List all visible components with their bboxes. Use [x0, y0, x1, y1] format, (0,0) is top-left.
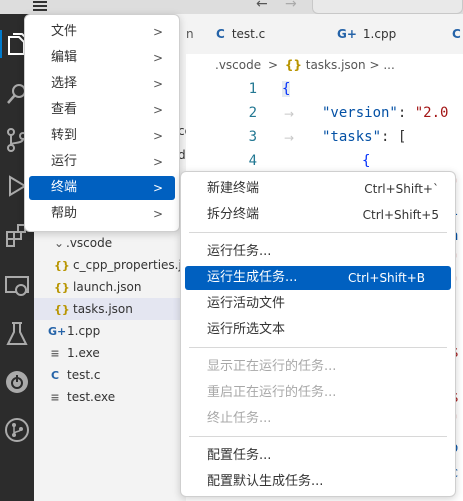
menu-separator	[189, 436, 447, 437]
power-icon[interactable]	[3, 368, 31, 396]
breadcrumb-folder[interactable]: .vscode	[215, 58, 261, 72]
json-file-icon: {}	[54, 303, 70, 316]
menu-item-configure-tasks[interactable]: 配置任务...	[185, 444, 451, 468]
tab-label: 1.cpp	[362, 27, 397, 41]
remote-explorer-icon[interactable]	[3, 272, 31, 300]
menu-item-show-running-tasks: 显示正在运行的任务...	[207, 359, 337, 374]
code-line-3: "tasks": [	[322, 129, 407, 145]
tab-partial[interactable]: n	[186, 14, 194, 54]
menu-item-file[interactable]: 文件 >	[29, 20, 175, 44]
chevron-right-icon: >	[152, 155, 163, 169]
breadcrumb[interactable]: .vscode > {} tasks.json > ...	[215, 58, 395, 72]
breadcrumb-separator: >	[267, 58, 278, 72]
chevron-right-icon: >	[152, 181, 163, 195]
menu-item-edit[interactable]: 编辑 >	[29, 46, 175, 70]
file-label: test.exe	[67, 390, 116, 404]
menu-item-split-terminal[interactable]: 拆分终端 Ctrl+Shift+5	[185, 203, 451, 227]
menu-item-configure-default-build-task[interactable]: 配置默认生成任务...	[185, 470, 451, 494]
command-center[interactable]	[312, 0, 463, 14]
file-label: c_cpp_properties.js	[73, 258, 189, 272]
c-file-icon: C	[216, 27, 225, 41]
chevron-right-icon: >	[152, 25, 163, 39]
exe-file-icon: ≡	[50, 391, 60, 404]
line-number: 1	[248, 81, 257, 97]
tab-test-c[interactable]: Ctest.c	[216, 14, 265, 54]
file-1-cpp[interactable]: G+1.cpp	[48, 320, 100, 342]
whitespace-arrow-icon: →	[284, 107, 295, 121]
file-launch-json[interactable]: {} launch.json	[54, 276, 141, 298]
breadcrumb-more[interactable]: ...	[383, 58, 394, 72]
cpp-file-icon: G+	[337, 27, 357, 41]
folder-label: .vscode	[66, 236, 113, 250]
hamburger-menu-icon[interactable]	[30, 0, 50, 14]
active-view-indicator	[0, 30, 2, 58]
terminal-submenu: 新建终端 Ctrl+Shift+` 拆分终端 Ctrl+Shift+5 运行任务..…	[180, 171, 456, 497]
code-line-1: {	[282, 81, 291, 97]
chevron-right-icon: >	[152, 77, 163, 91]
file-label: launch.json	[73, 280, 142, 294]
json-file-icon: {}	[54, 259, 70, 272]
file-label: test.c	[67, 368, 101, 382]
menu-item-terminal[interactable]: 终端 >	[29, 176, 175, 200]
line-number: 4	[248, 153, 257, 169]
file-test-c[interactable]: Ctest.c	[48, 364, 101, 386]
line-number: 2	[248, 105, 257, 121]
file-test-exe[interactable]: ≡ test.exe	[48, 386, 115, 408]
file-label: 1.exe	[67, 346, 100, 360]
menu-item-run[interactable]: 运行 >	[29, 150, 175, 174]
tab-1-cpp[interactable]: G+ 1.cpp	[337, 14, 396, 54]
c-file-icon: C	[50, 369, 60, 382]
breadcrumb-file[interactable]: tasks.json	[306, 58, 366, 72]
menu-item-selection[interactable]: 选择 >	[29, 72, 175, 96]
json-file-icon: {}	[54, 281, 70, 294]
menu-item-new-terminal[interactable]: 新建终端 Ctrl+Shift+`	[185, 177, 451, 201]
cpp-file-icon: G+	[48, 325, 67, 338]
file-label: 1.cpp	[67, 324, 101, 338]
code-line-2: "version": "2.0	[322, 105, 449, 121]
folder-vscode[interactable]: ⌄ .vscode	[54, 232, 112, 254]
file-label: tasks.json	[73, 302, 133, 316]
menu-item-view[interactable]: 查看 >	[29, 98, 175, 122]
menu-separator	[189, 347, 447, 348]
arrow-right-icon[interactable]: →	[285, 0, 297, 12]
exe-file-icon: ≡	[50, 347, 60, 360]
chevron-right-icon: >	[152, 129, 163, 143]
testing-icon[interactable]	[3, 320, 31, 348]
chevron-right-icon: >	[152, 103, 163, 117]
chevron-right-icon: >	[152, 207, 163, 221]
file-tasks-json[interactable]: {} tasks.json	[54, 298, 133, 320]
code-line-4: {	[362, 153, 371, 169]
menu-item-run-task[interactable]: 运行任务...	[185, 240, 451, 264]
whitespace-arrow-icon: →	[284, 131, 295, 145]
json-file-icon: {}	[284, 58, 302, 72]
breadcrumb-separator: >	[369, 58, 380, 72]
menu-separator	[189, 232, 447, 233]
chevron-down-icon: ⌄	[54, 236, 65, 250]
arrow-left-icon[interactable]: ←	[256, 0, 268, 12]
file-1-exe[interactable]: ≡ 1.exe	[48, 342, 100, 364]
tab-label: test.c	[231, 27, 266, 41]
menu-item-run-build-task[interactable]: 运行生成任务... Ctrl+Shift+B	[185, 266, 451, 290]
menu-item-run-active-file[interactable]: 运行活动文件	[185, 292, 451, 316]
menu-item-run-selected-text[interactable]: 运行所选文本	[185, 318, 451, 342]
git-graph-icon[interactable]	[3, 416, 31, 444]
menu-item-go[interactable]: 转到 >	[29, 124, 175, 148]
menu-item-restart-running-task: 重启正在运行的任务...	[207, 385, 337, 400]
menu-item-help[interactable]: 帮助 >	[29, 202, 175, 226]
line-number: 3	[248, 129, 257, 145]
menu-item-terminate-task: 终止任务...	[207, 411, 272, 426]
tab-partial-right[interactable]: C	[452, 14, 461, 54]
file-c-cpp-properties[interactable]: {} c_cpp_properties.js	[54, 254, 188, 276]
c-file-icon: C	[452, 27, 461, 41]
chevron-right-icon: >	[152, 51, 163, 65]
main-menu: 文件 > 编辑 > 选择 > 查看 > 转到 > 运行 > 终端 > 帮助 >	[24, 14, 180, 232]
